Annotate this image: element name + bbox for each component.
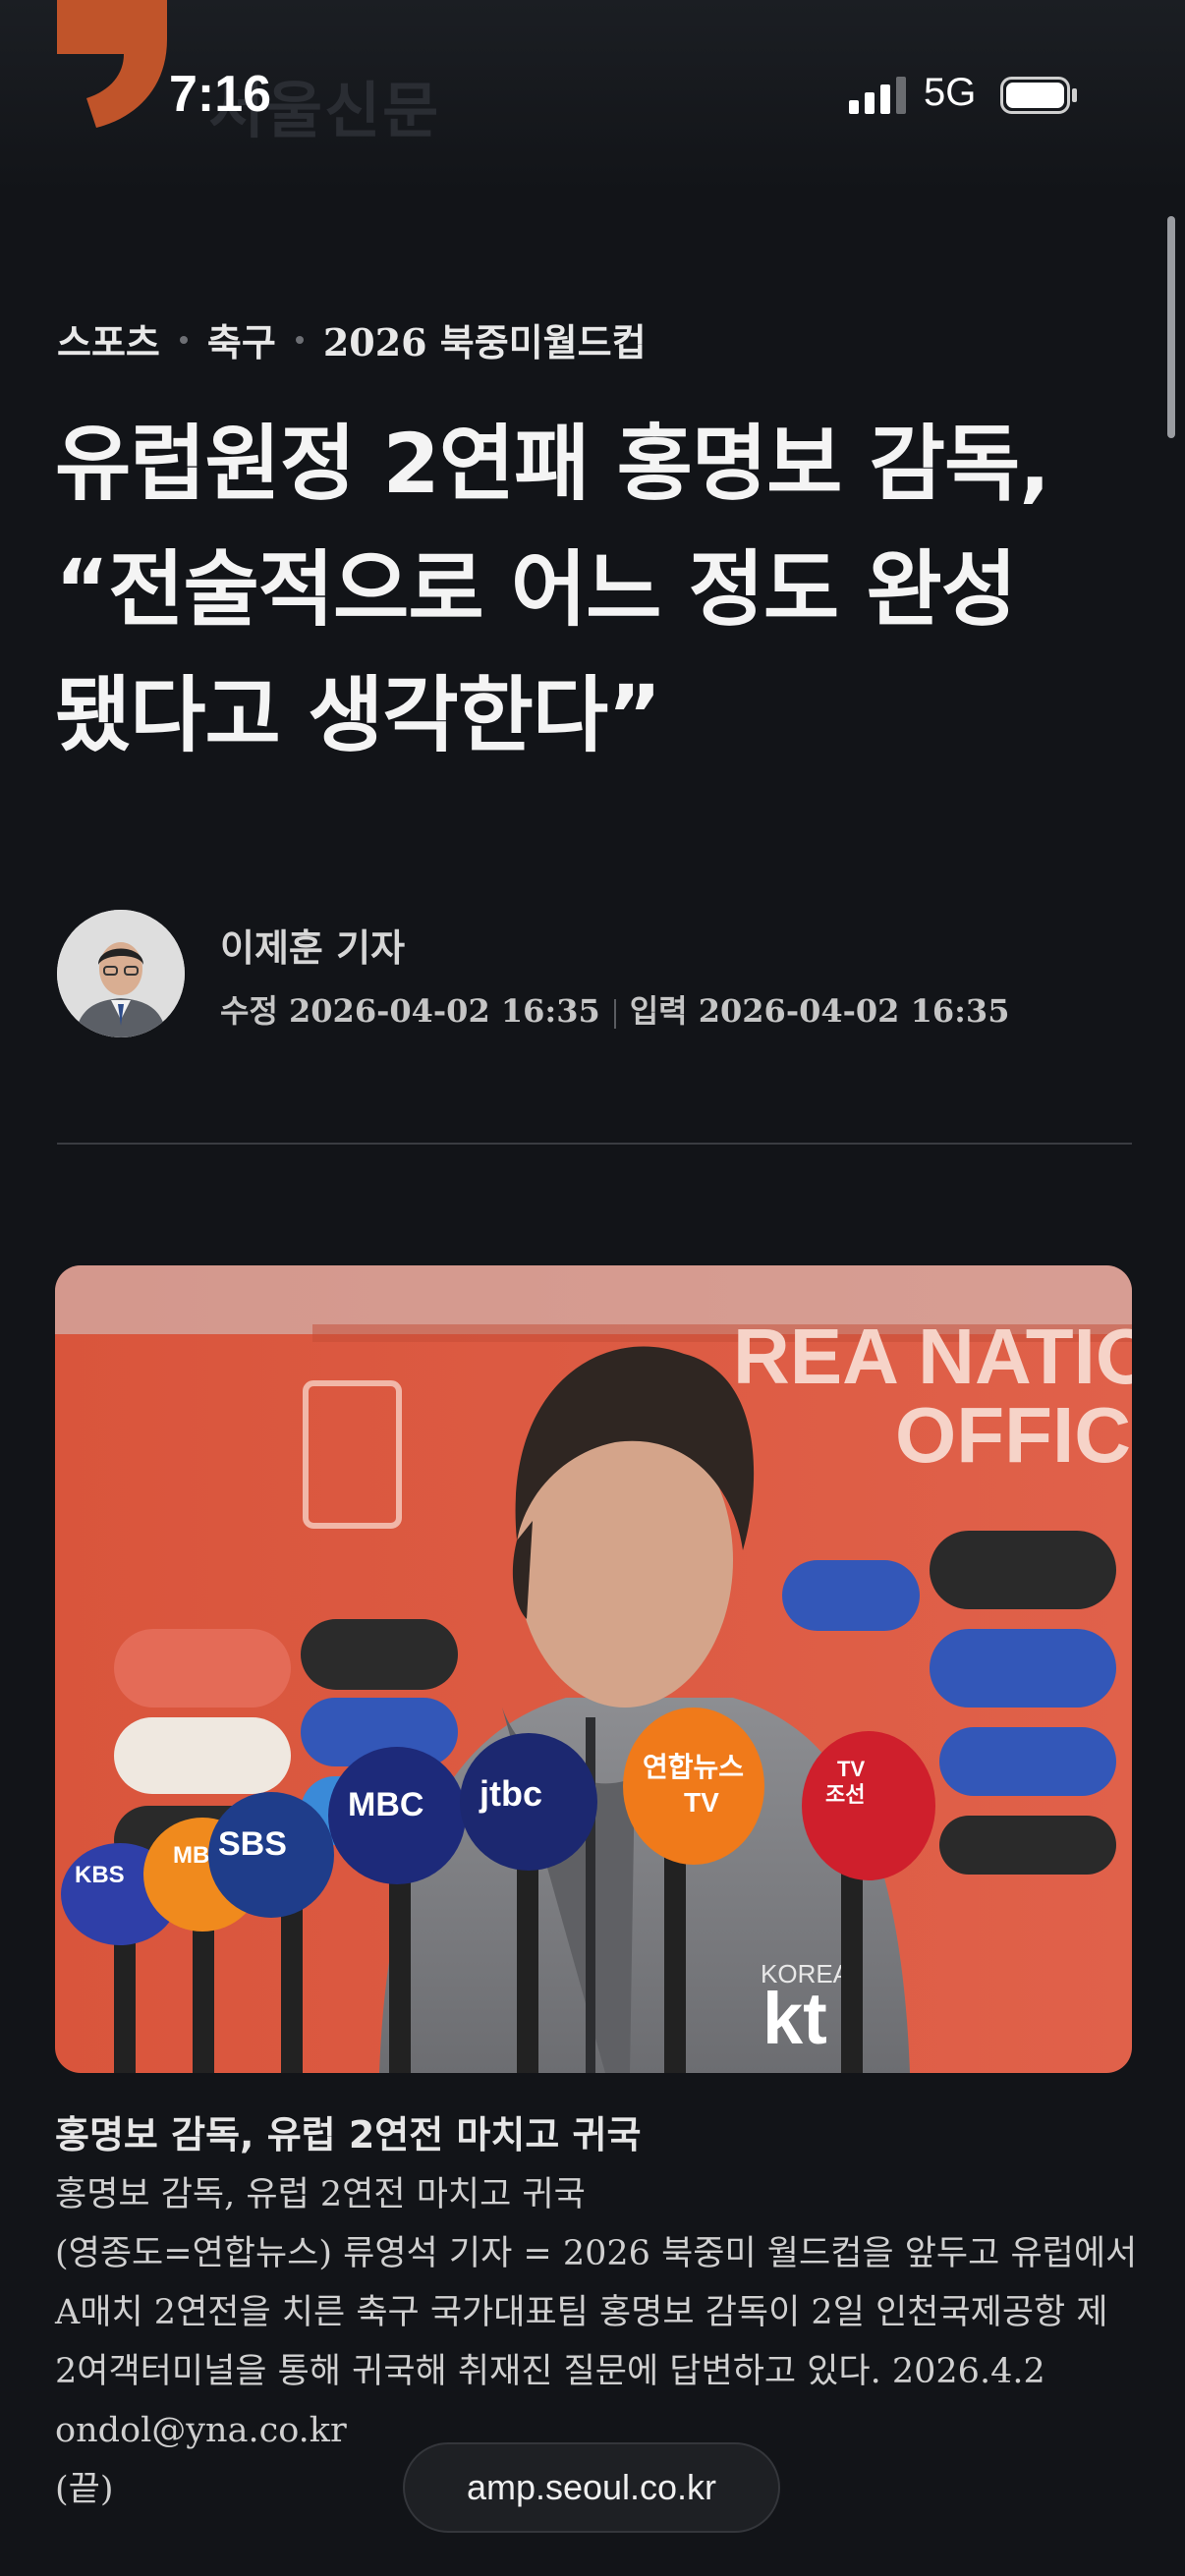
breadcrumb-sports[interactable]: 스포츠: [57, 312, 160, 366]
caption-line: 홍명보 감독, 유럽 2연전 마치고 귀국: [55, 2175, 586, 2214]
svg-text:TV: TV: [837, 1757, 865, 1781]
breadcrumb-separator: [295, 335, 304, 344]
date-separator: [613, 998, 616, 1029]
caption-line: A매치 2연전을 치른 축구 국가대표팀 홍명보 감독이 2일 인천국제공항 제: [55, 2293, 1108, 2332]
caption-line: 2여객터미널을 통해 귀국해 취재진 질문에 답변하고 있다. 2026.4.2: [55, 2352, 1045, 2391]
svg-text:jtbc: jtbc: [479, 1773, 542, 1814]
jacket-kt-text: kt: [762, 1978, 827, 2059]
battery-icon: [1000, 77, 1077, 114]
headline-line-3: 됐다고 생각한다”: [55, 667, 661, 763]
signal-icon: [849, 77, 906, 114]
article-dates: 수정 2026-04-02 16:35 입력 2026-04-02 16:35: [220, 986, 1009, 1032]
breadcrumb-soccer[interactable]: 축구: [207, 312, 276, 366]
svg-text:SBS: SBS: [218, 1825, 287, 1863]
author-avatar[interactable]: [57, 910, 185, 1037]
status-bar: 서울신문 7:16 5G: [0, 0, 1185, 196]
seoul-logo-icon: [57, 0, 167, 128]
browser-url-bar[interactable]: amp.seoul.co.kr: [403, 2442, 780, 2533]
svg-text:연합뉴스: 연합뉴스: [643, 1751, 744, 1783]
url-text: amp.seoul.co.kr: [466, 2467, 717, 2507]
press-conference-photo: REA NATIO OFFICI KOREA kt KBS MBN SBS MB…: [55, 1265, 1132, 2073]
network-label: 5G: [924, 71, 977, 114]
modified-date: 수정 2026-04-02 16:35: [220, 992, 600, 1030]
headline-line-1: 유럽원정 2연패 홍명보 감독,: [55, 416, 1050, 512]
svg-text:TV: TV: [684, 1787, 719, 1818]
caption-line: (영종도=연합뉴스) 류영석 기자 = 2026 북중미 월드컵을 앞두고 유럽…: [55, 2234, 1138, 2273]
scrollbar[interactable]: [1167, 216, 1175, 438]
svg-text:MBC: MBC: [348, 1786, 423, 1823]
backdrop-text-2: OFFICI: [895, 1391, 1132, 1479]
breadcrumb: 스포츠 축구 2026 북중미월드컵: [57, 312, 647, 366]
published-date: 입력 2026-04-02 16:35: [629, 992, 1010, 1030]
photo-caption-title: 홍명보 감독, 유럽 2연전 마치고 귀국: [55, 2113, 642, 2156]
breadcrumb-worldcup[interactable]: 2026 북중미월드컵: [323, 312, 647, 366]
article-photo[interactable]: REA NATIO OFFICI KOREA kt KBS MBN SBS MB…: [55, 1265, 1132, 2073]
headline-line-2: “전술적으로 어느 정도 완성: [55, 541, 1017, 638]
svg-text:KBS: KBS: [75, 1862, 125, 1888]
breadcrumb-separator: [179, 335, 188, 344]
author-photo-icon: [57, 910, 185, 1037]
article-headline: 유럽원정 2연패 홍명보 감독, “전술적으로 어느 정도 완성 됐다고 생각한…: [55, 401, 1126, 778]
author-name[interactable]: 이제훈 기자: [220, 918, 405, 972]
backdrop-text-1: REA NATIO: [733, 1313, 1132, 1400]
status-time: 7:16: [169, 66, 272, 123]
svg-text:조선: 조선: [825, 1783, 865, 1808]
section-divider: [57, 1143, 1132, 1145]
